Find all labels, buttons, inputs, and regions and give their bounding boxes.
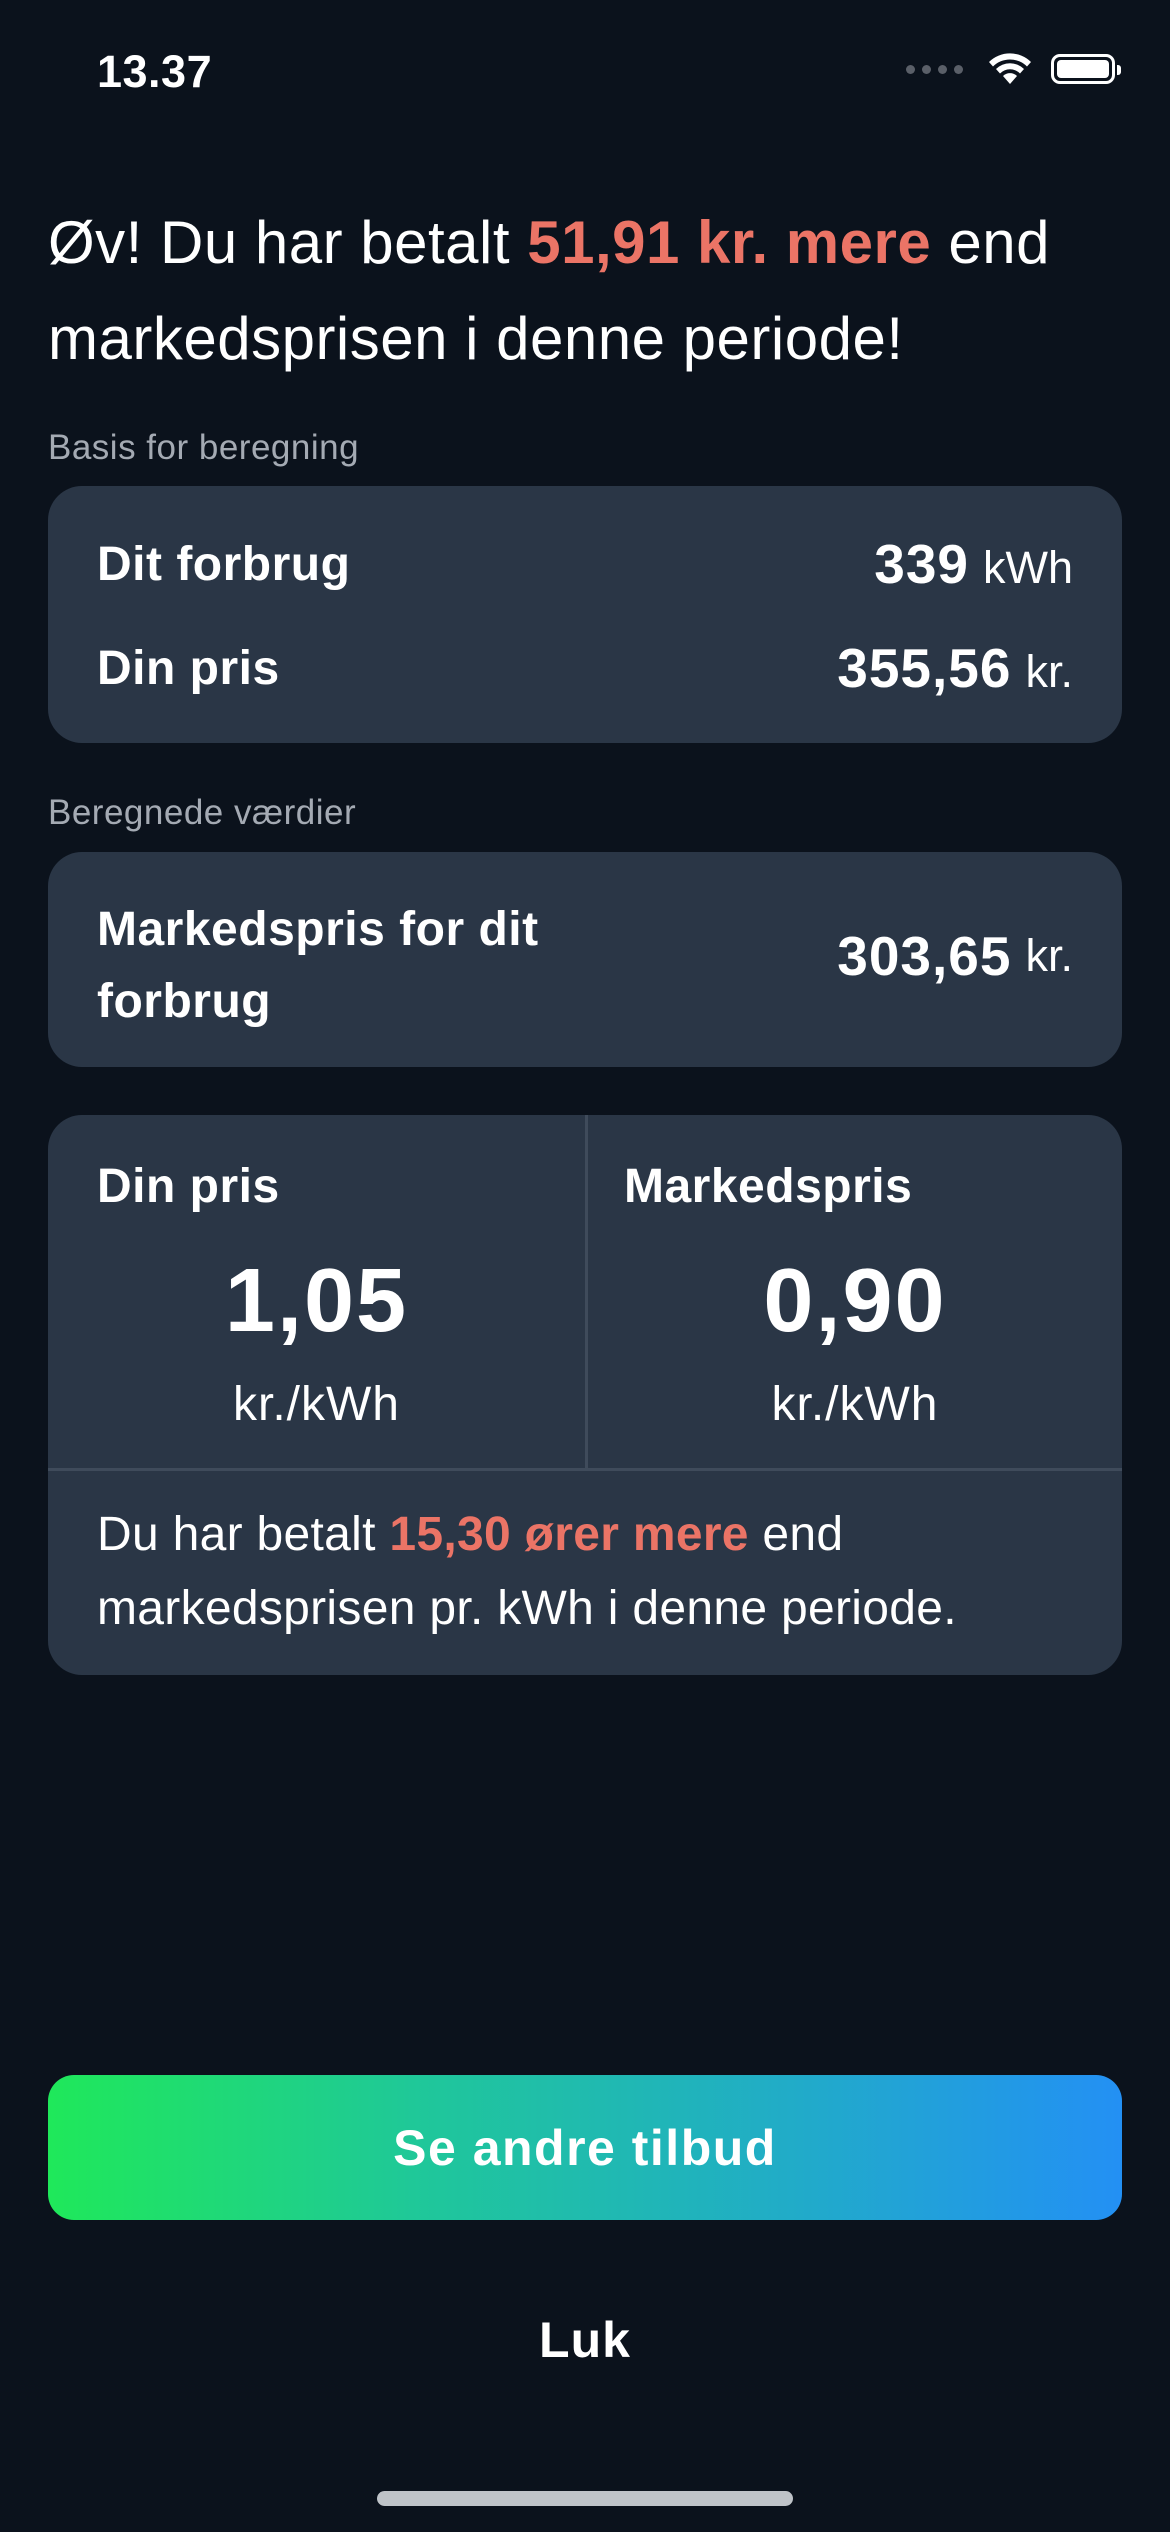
- headline: Øv! Du har betalt 51,91 kr. mere end mar…: [48, 195, 1138, 387]
- basis-section-label: Basis for beregning: [48, 428, 360, 467]
- see-other-offers-button[interactable]: Se andre tilbud: [48, 2075, 1122, 2220]
- market-price-per-kwh: 0,90: [763, 1251, 947, 1351]
- market-price-unit: kr.: [1025, 930, 1073, 981]
- battery-icon: [1051, 54, 1121, 84]
- basis-card: Dit forbrug 339 kWh Din pris 355,56 kr.: [48, 486, 1122, 743]
- your-price-per-kwh-unit: kr./kWh: [232, 1378, 400, 1431]
- market-price-column: Markedspris 0,90 kr./kWh: [588, 1115, 1122, 1469]
- consumption-label: Dit forbrug: [97, 537, 351, 591]
- comparison-note: Du har betalt 15,30 ører mere end marked…: [97, 1498, 1087, 1646]
- home-indicator[interactable]: [377, 2491, 793, 2506]
- your-price-row: Din pris 355,56 kr.: [97, 636, 1073, 700]
- your-price-value-group: 355,56 kr.: [837, 636, 1073, 700]
- row-divider: [48, 1468, 1122, 1471]
- comparison-card: Din pris 1,05 kr./kWh Markedspris 0,90 k…: [48, 1115, 1122, 1675]
- note-highlight: 15,30 ører mere: [389, 1508, 749, 1561]
- your-price-label: Din pris: [97, 641, 280, 695]
- status-icons: [906, 52, 1121, 86]
- note-text-1: Du har betalt: [97, 1508, 390, 1561]
- status-time: 13.37: [97, 46, 213, 97]
- market-price-value-row: 303,65 kr.: [837, 924, 1073, 988]
- cellular-signal-icon: [906, 64, 963, 74]
- your-price-column: Din pris 1,05 kr./kWh: [48, 1115, 585, 1469]
- close-button[interactable]: Luk: [435, 2300, 735, 2380]
- consumption-value: 339: [874, 533, 969, 595]
- headline-highlight: 51,91 kr. mere: [527, 209, 932, 276]
- market-price-title: Markedspris: [624, 1160, 913, 1213]
- your-price-title: Din pris: [97, 1160, 280, 1213]
- your-price-value: 355,56: [837, 637, 1012, 699]
- consumption-row: Dit forbrug 339 kWh: [97, 532, 1073, 596]
- wifi-icon: [989, 53, 1031, 84]
- status-bar: 13.37: [0, 0, 1170, 150]
- market-price-per-kwh-unit: kr./kWh: [771, 1378, 939, 1431]
- consumption-value-group: 339 kWh: [874, 532, 1073, 596]
- market-price-value: 303,65: [837, 925, 1012, 987]
- your-price-per-kwh: 1,05: [224, 1251, 409, 1351]
- calculated-section-label: Beregnede værdier: [48, 793, 357, 832]
- market-price-card: Markedspris for dit forbrug 303,65 kr.: [48, 852, 1122, 1067]
- headline-text-1: Øv! Du har betalt: [48, 209, 528, 276]
- your-price-unit: kr.: [1025, 646, 1073, 697]
- market-price-label: Markedspris for dit forbrug: [97, 903, 539, 1028]
- consumption-unit: kWh: [983, 542, 1073, 593]
